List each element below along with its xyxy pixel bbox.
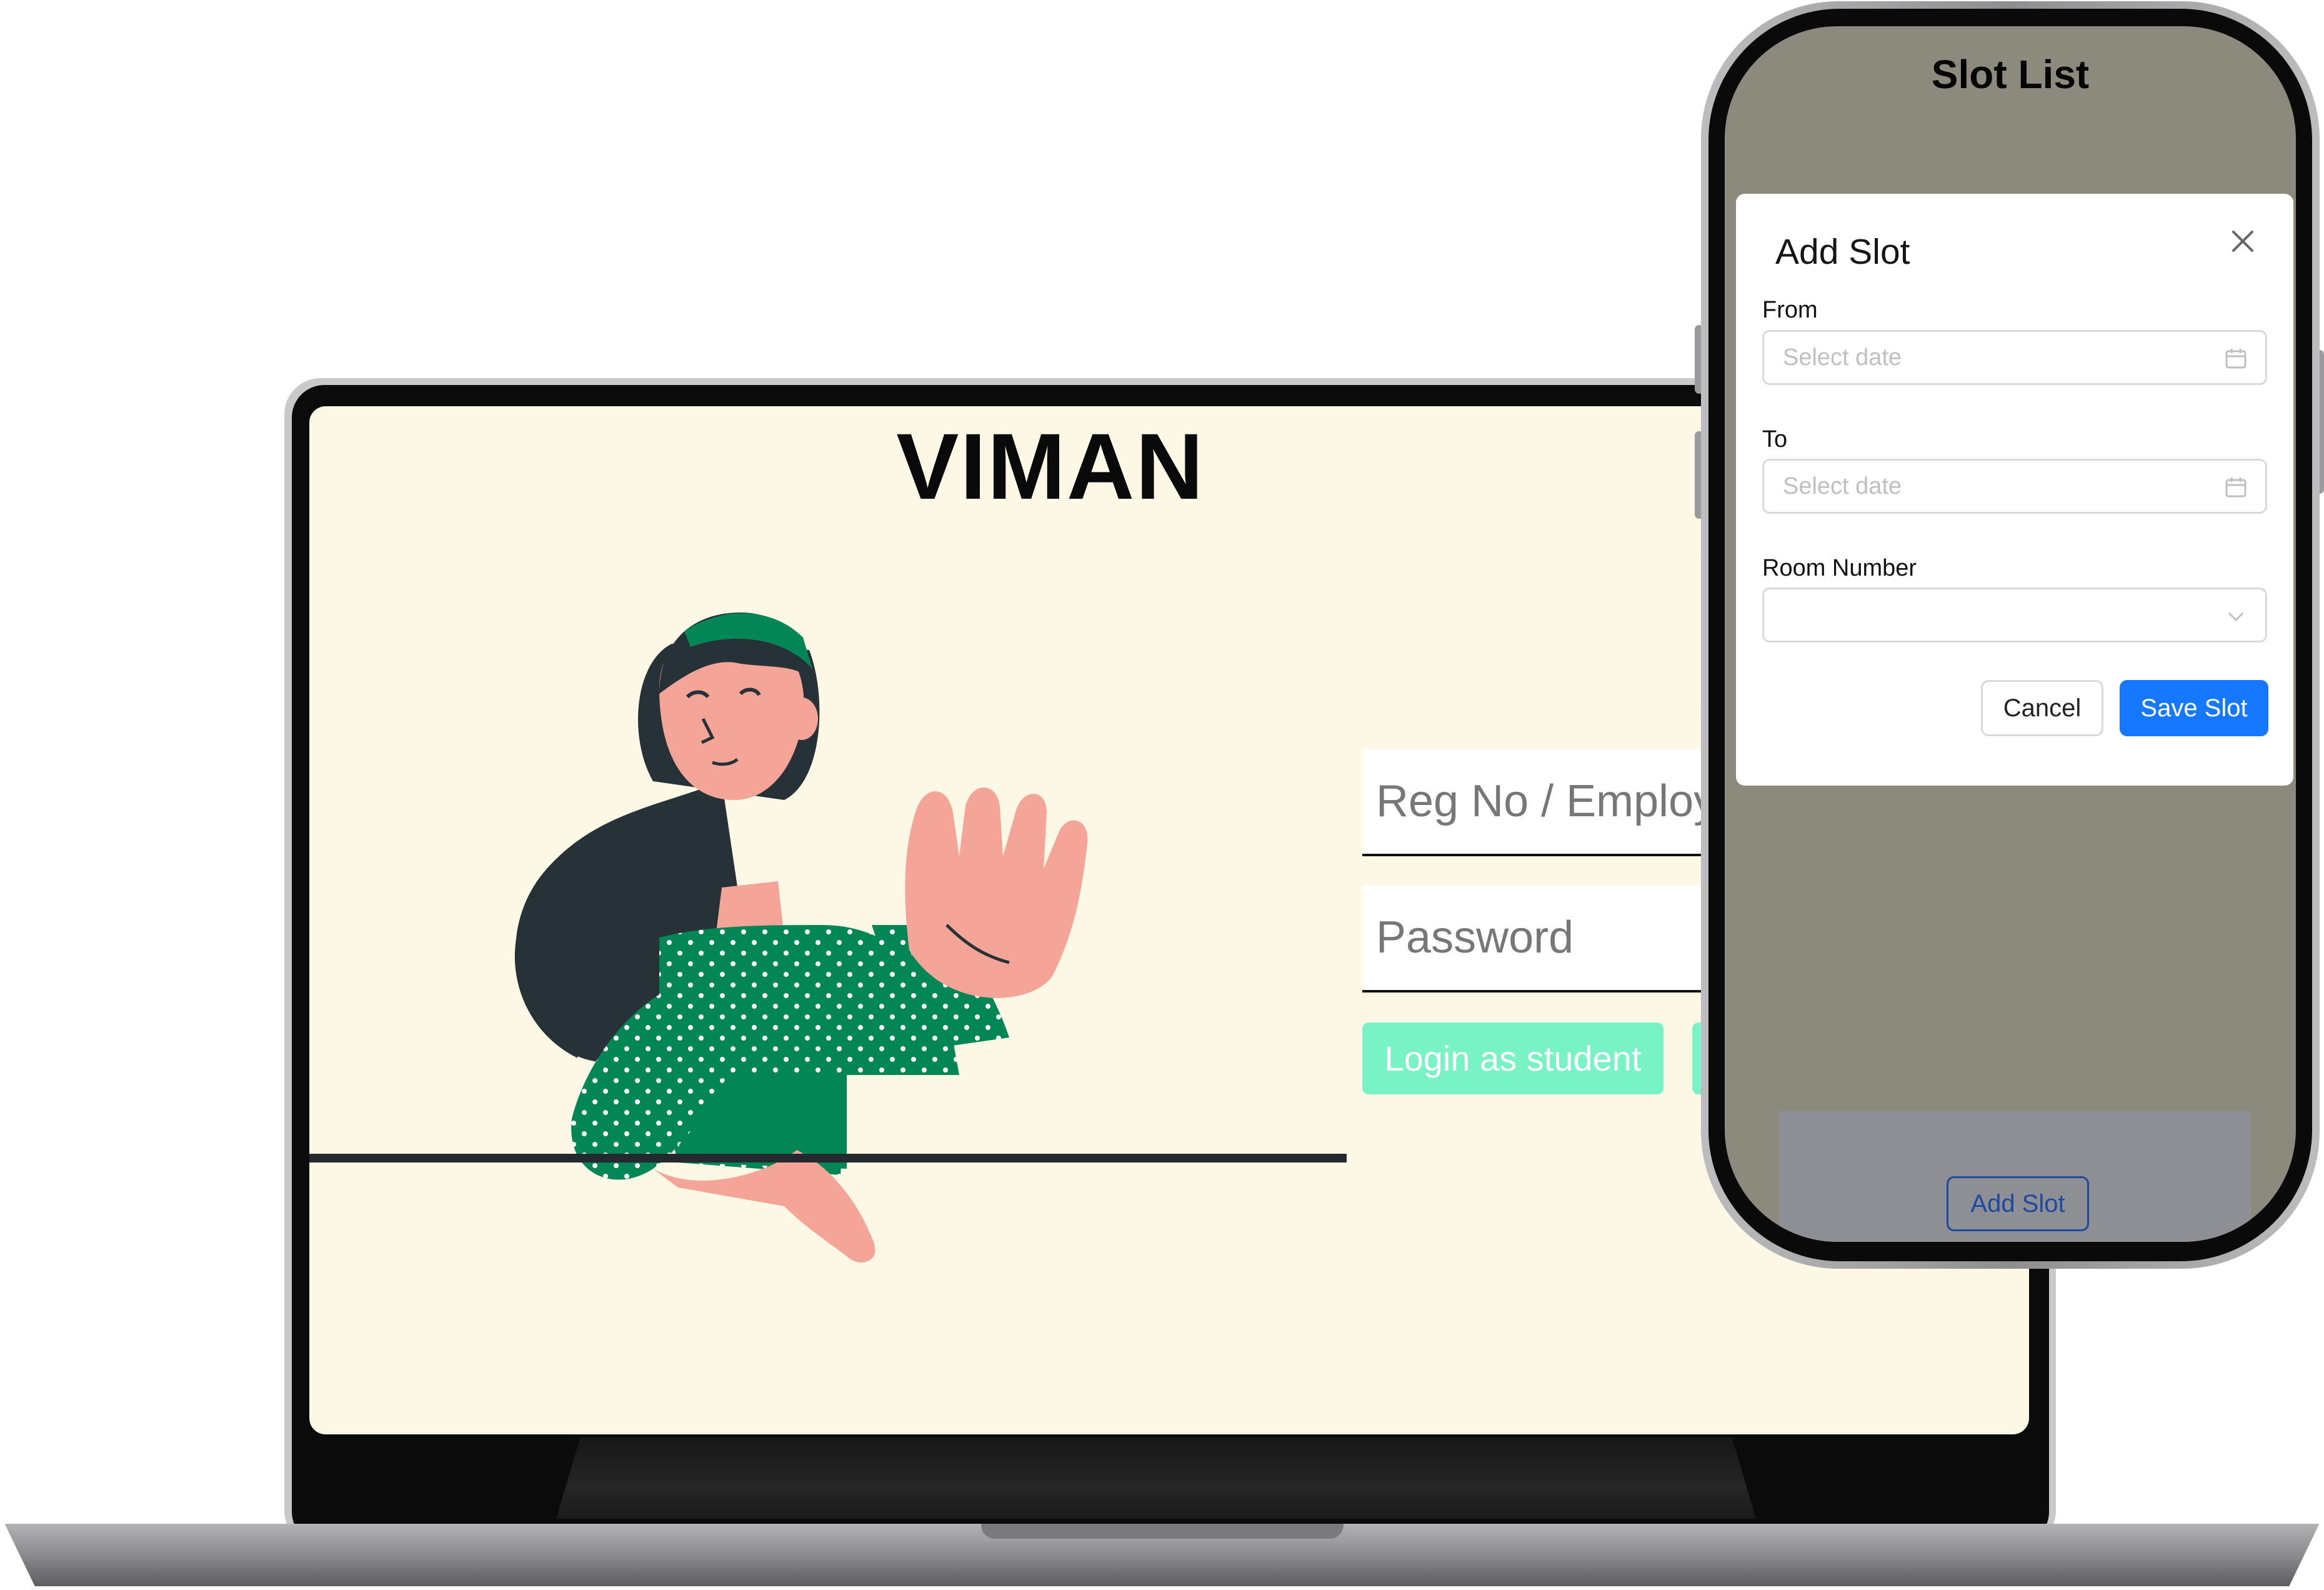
chevron-down-icon	[2228, 612, 2244, 622]
modal-title: Add Slot	[1775, 232, 1910, 272]
laptop-notch	[981, 1524, 1344, 1539]
waving-woman-illustration	[514, 612, 1088, 1262]
from-date-picker[interactable]: Select date	[1762, 330, 2267, 385]
save-slot-button[interactable]: Save Slot	[2120, 680, 2268, 736]
to-date-picker[interactable]: Select date	[1762, 459, 2267, 514]
calendar-icon	[2225, 349, 2247, 369]
keyboard-reflection	[556, 1438, 1756, 1519]
from-label: From	[1762, 297, 1818, 323]
add-slot-modal: Add Slot From Select date To Select date…	[1736, 194, 2293, 786]
desk-line	[309, 1154, 1347, 1162]
to-date-placeholder: Select date	[1783, 472, 1902, 499]
slot-list-panel: Add Slot	[1779, 1111, 2251, 1242]
from-date-placeholder: Select date	[1783, 344, 1902, 371]
room-number-label: Room Number	[1762, 555, 1917, 581]
calendar-icon	[2225, 478, 2247, 498]
login-as-student-button[interactable]: Login as student	[1362, 1022, 1663, 1094]
slot-list-title: Slot List	[1931, 52, 2090, 97]
to-label: To	[1762, 426, 1788, 452]
room-number-select[interactable]	[1762, 588, 2267, 642]
close-icon[interactable]	[2230, 228, 2256, 254]
add-slot-button[interactable]: Add Slot	[1947, 1176, 2089, 1231]
cancel-button[interactable]: Cancel	[1981, 680, 2103, 736]
